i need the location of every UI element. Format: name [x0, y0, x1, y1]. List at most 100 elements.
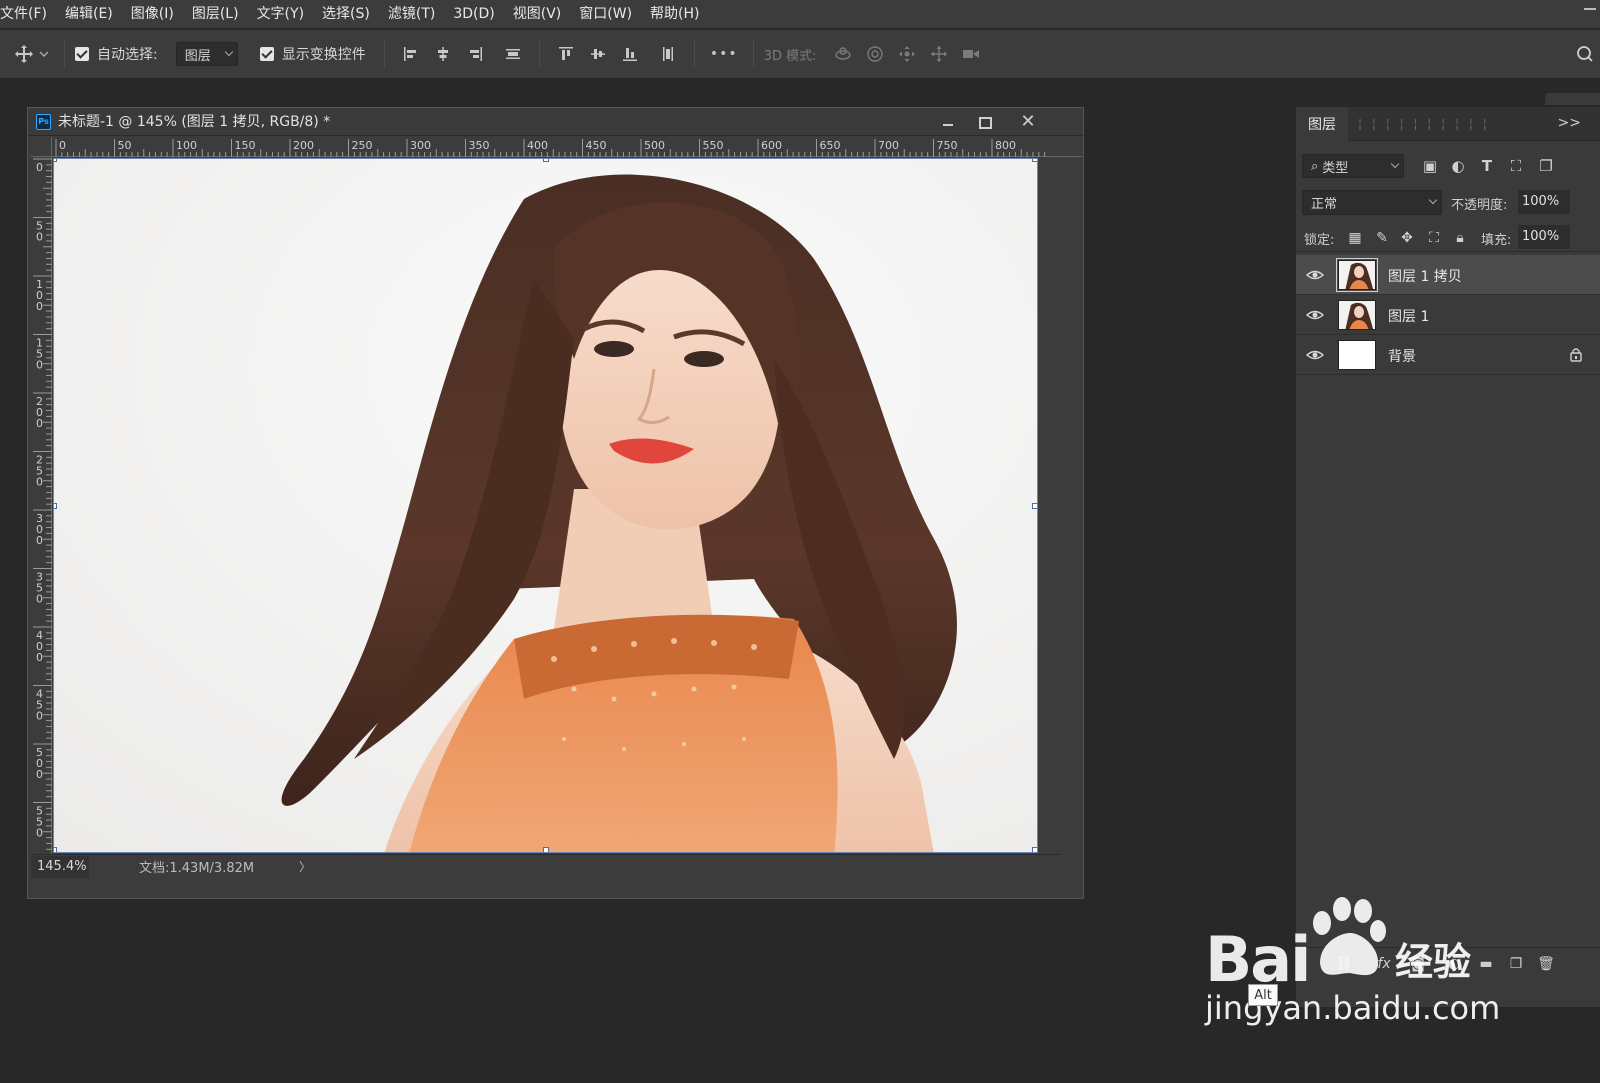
status-menu-arrow-icon[interactable]: 〉 — [299, 858, 311, 875]
3d-video-camera-icon[interactable] — [959, 42, 983, 66]
ruler-label: 0 — [36, 161, 43, 174]
visibility-eye-icon[interactable] — [1306, 347, 1324, 363]
show-transform-checkbox[interactable] — [259, 47, 274, 61]
ruler-label: 550 — [703, 139, 724, 152]
transform-handle[interactable] — [1032, 159, 1037, 162]
menu-edit[interactable]: 编辑(E) — [56, 0, 122, 28]
layer-name[interactable]: 图层 1 — [1388, 306, 1429, 326]
menu-file[interactable]: 文件(F) — [0, 0, 56, 28]
menu-select[interactable]: 选择(S) — [313, 0, 379, 28]
transform-handle[interactable] — [54, 847, 57, 852]
photoshop-app-icon: Ps — [36, 114, 51, 130]
document-title-bar[interactable]: Ps 未标题-1 @ 145% (图层 1 拷贝, RGB/8) * ✕ — [28, 108, 1083, 136]
tab-layers[interactable]: 图层 — [1296, 107, 1348, 141]
lock-transparent-pixels-icon[interactable]: ▦ — [1346, 229, 1364, 247]
document-canvas[interactable] — [53, 158, 1038, 853]
fill-label: 填充: — [1481, 233, 1512, 248]
ruler-label: 800 — [995, 139, 1016, 152]
ruler-label: 0 — [36, 231, 43, 244]
align-horizontal-center-icon[interactable] — [431, 42, 455, 66]
filter-pixel-icon[interactable]: ▣ — [1420, 156, 1440, 176]
layer-row[interactable]: 背景 — [1296, 335, 1600, 375]
new-layer-icon[interactable]: ❐ — [1506, 954, 1526, 974]
search-icon[interactable] — [1572, 42, 1596, 66]
transform-handle[interactable] — [543, 159, 549, 162]
minimize-button[interactable] — [934, 112, 962, 132]
align-left-icon[interactable] — [399, 42, 423, 66]
layer-name[interactable]: 背景 — [1388, 346, 1416, 366]
visibility-eye-icon[interactable] — [1306, 267, 1324, 283]
menu-view[interactable]: 视图(V) — [504, 0, 571, 28]
menu-help[interactable]: 帮助(H) — [641, 0, 708, 28]
3d-orbit-icon[interactable] — [831, 42, 855, 66]
ruler-label: 150 — [235, 139, 256, 152]
align-top-icon[interactable] — [554, 42, 578, 66]
zoom-level-field[interactable]: 145.4% — [31, 855, 89, 878]
align-bottom-icon[interactable] — [618, 42, 642, 66]
layer-filter-value: 类型 — [1322, 160, 1349, 176]
visibility-eye-icon[interactable] — [1306, 307, 1324, 323]
distribute-vertical-icon[interactable] — [501, 42, 525, 66]
3d-roll-icon[interactable] — [863, 42, 887, 66]
3d-slide-icon[interactable] — [927, 42, 951, 66]
move-tool-icon[interactable] — [12, 42, 36, 66]
align-vertical-center-icon[interactable] — [586, 42, 610, 66]
align-right-icon[interactable] — [463, 42, 487, 66]
3d-mode-label: 3D 模式: — [763, 48, 817, 64]
lock-position-icon[interactable]: ✥ — [1398, 229, 1416, 247]
ruler-label: 450 — [586, 139, 607, 152]
ruler-label: 300 — [410, 139, 431, 152]
transform-handle[interactable] — [543, 847, 549, 852]
divider — [752, 40, 754, 68]
watermark-jingyan-text: 经验 — [1395, 940, 1472, 984]
layer-name[interactable]: 图层 1 拷贝 — [1388, 266, 1462, 286]
baidu-jingyan-watermark: Bai 经验 jingyan.baidu.com — [1205, 893, 1505, 1033]
document-title: 未标题-1 @ 145% (图层 1 拷贝, RGB/8) * — [58, 114, 331, 130]
chevron-down-icon — [1390, 159, 1400, 169]
menu-filter[interactable]: 滤镜(T) — [379, 0, 444, 28]
vertical-ruler-ticks: 050100150200250300350400450500550 — [33, 158, 52, 856]
distribute-horizontal-icon[interactable] — [656, 42, 680, 66]
blend-mode-dropdown[interactable]: 正常 — [1302, 190, 1442, 215]
document-size-info: 文档:1.43M/3.82M — [139, 861, 255, 876]
close-button[interactable]: ✕ — [1014, 112, 1042, 132]
3d-pan-icon[interactable] — [895, 42, 919, 66]
filter-type-icon[interactable]: T — [1477, 156, 1497, 176]
layer-filter-dropdown[interactable]: ⌕ 类型 — [1302, 154, 1404, 178]
menu-layer[interactable]: 图层(L) — [183, 0, 248, 28]
options-bar: 自动选择: 图层 显示变换控件 ••• 3D 模式: — [0, 30, 1600, 78]
app-minimize-button[interactable] — [1584, 8, 1596, 10]
lock-icon[interactable] — [1569, 346, 1583, 362]
menu-type[interactable]: 文字(Y) — [248, 0, 313, 28]
vertical-ruler[interactable]: 050100150200250300350400450500550 — [31, 157, 52, 867]
filter-adjustment-icon[interactable]: ◐ — [1448, 156, 1468, 176]
maximize-button[interactable] — [970, 112, 998, 132]
layer-row[interactable]: 图层 1 拷贝 — [1296, 255, 1600, 295]
transform-handle[interactable] — [1032, 847, 1037, 852]
ruler-label: 0 — [36, 710, 43, 723]
menu-window[interactable]: 窗口(W) — [570, 0, 641, 28]
opacity-field[interactable]: 100% — [1518, 190, 1570, 214]
panel-expand-icon[interactable]: >> — [1558, 115, 1581, 131]
transform-handle[interactable] — [54, 503, 57, 509]
menu-3d[interactable]: 3D(D) — [444, 0, 503, 28]
delete-layer-trash-icon[interactable]: 🗑︎ — [1536, 954, 1556, 974]
ruler-origin[interactable] — [31, 137, 52, 157]
auto-select-checkbox[interactable] — [75, 47, 89, 61]
transform-handle[interactable] — [54, 159, 57, 162]
lock-image-pixels-icon[interactable]: ✎ — [1373, 229, 1391, 247]
horizontal-ruler[interactable]: 0 50 100 150 200 250 300 350 400 450 500 550 600 650 7… — [52, 137, 1082, 157]
lock-artboard-icon[interactable]: ⛶ — [1425, 229, 1443, 247]
filter-smart-object-icon[interactable]: ❐ — [1536, 156, 1556, 176]
tool-preset-chevron-down-icon[interactable] — [38, 42, 50, 66]
more-options-button[interactable]: ••• — [709, 42, 739, 66]
lock-all-icon[interactable]: 🔒︎ — [1451, 229, 1469, 247]
layer-row[interactable]: 图层 1 — [1296, 295, 1600, 335]
fill-field[interactable]: 100% — [1518, 225, 1570, 249]
opacity-label: 不透明度: — [1451, 198, 1508, 213]
ruler-label: 0 — [36, 359, 43, 372]
auto-select-target-dropdown[interactable]: 图层 — [175, 42, 238, 66]
filter-shape-icon[interactable]: ⛶ — [1506, 156, 1526, 176]
menu-image[interactable]: 图像(I) — [122, 0, 183, 28]
transform-handle[interactable] — [1032, 503, 1037, 509]
